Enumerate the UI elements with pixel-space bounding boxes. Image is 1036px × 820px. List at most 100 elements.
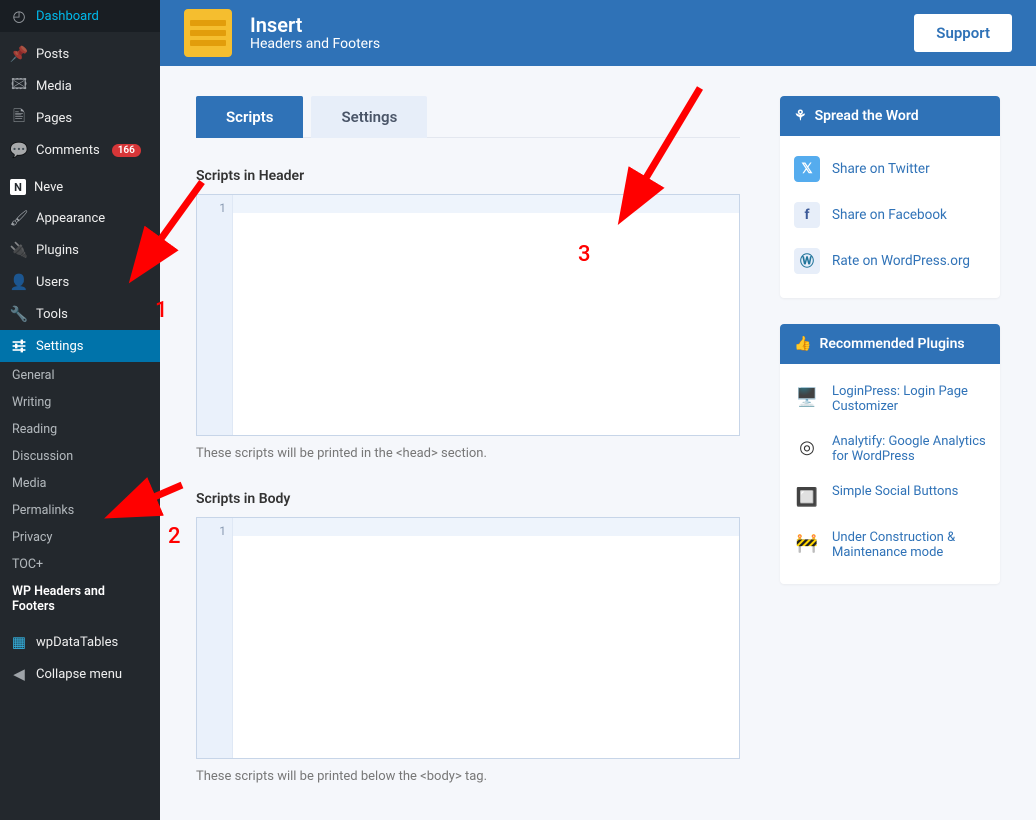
body-scripts-hint: These scripts will be printed below the … [196, 759, 740, 784]
sidebar-item-label: Comments [36, 143, 100, 158]
twitter-icon: 𝕏 [794, 156, 820, 182]
editor-body[interactable] [233, 195, 739, 435]
sidebar-item-label: Neve [34, 180, 63, 195]
plugin-social-buttons[interactable]: 🔲 Simple Social Buttons [794, 474, 986, 520]
submenu-discussion[interactable]: Discussion [0, 443, 160, 470]
sidebar-item-label: Pages [36, 111, 72, 126]
submenu-privacy[interactable]: Privacy [0, 524, 160, 551]
submenu-reading[interactable]: Reading [0, 416, 160, 443]
sidebar-item-label: Posts [36, 47, 69, 62]
user-icon: 👤 [10, 273, 28, 291]
under-construction-icon: 🚧 [794, 530, 820, 556]
recommended-plugins-card: 👍 Recommended Plugins 🖥️ LoginPress: Login… [780, 324, 1000, 584]
brush-icon: 🖌 [10, 209, 28, 227]
plugin-label: Analytify: Google Analytics for WordPres… [832, 434, 986, 464]
plugin-subtitle: Headers and Footers [250, 36, 380, 52]
annotation-1: 1 [155, 298, 168, 323]
annotation-2: 2 [168, 524, 181, 549]
submenu-general[interactable]: General [0, 362, 160, 389]
plugin-under-construction[interactable]: 🚧 Under Construction & Maintenance mode [794, 520, 986, 570]
annotation-3: 3 [578, 242, 591, 267]
support-button[interactable]: Support [914, 14, 1012, 52]
page-icon: 🖹 [10, 109, 28, 127]
sidebar-item-label: Dashboard [36, 9, 99, 24]
plugin-title: Insert [250, 14, 380, 36]
plugin-label: Simple Social Buttons [832, 484, 958, 510]
plugin-analytify[interactable]: ◎ Analytify: Google Analytics for WordPre… [794, 424, 986, 474]
table-icon: ▦ [10, 633, 28, 651]
speedometer-icon: ◴ [10, 7, 28, 25]
plugin-label: LoginPress: Login Page Customizer [832, 384, 986, 414]
sidebar-item-label: Collapse menu [36, 667, 122, 682]
media-icon: 🖾 [10, 77, 28, 95]
sidebar-item-settings[interactable]: Settings [0, 330, 160, 362]
share-icon: ⚘ [794, 108, 807, 124]
submenu-permalinks[interactable]: Permalinks [0, 497, 160, 524]
sidebar-item-neve[interactable]: N Neve [0, 172, 160, 202]
comment-icon: 💬 [10, 141, 28, 159]
neve-icon: N [10, 179, 26, 195]
loginpress-icon: 🖥️ [794, 384, 820, 410]
analytify-icon: ◎ [794, 434, 820, 460]
body-scripts-label: Scripts in Body [196, 491, 740, 507]
rate-wordpress[interactable]: Ⓦ Rate on WordPress.org [794, 238, 986, 284]
wordpress-icon: Ⓦ [794, 248, 820, 274]
editor-gutter: 1 [197, 518, 233, 758]
header-scripts-label: Scripts in Header [196, 168, 740, 184]
submenu-toc[interactable]: TOC+ [0, 551, 160, 578]
spread-word-header: ⚘ Spread the Word [780, 96, 1000, 136]
sidebar-item-wpdatatables[interactable]: ▦ wpDataTables [0, 626, 160, 658]
sidebar-item-media[interactable]: 🖾 Media [0, 70, 160, 102]
sidebar-item-users[interactable]: 👤 Users [0, 266, 160, 298]
tab-settings[interactable]: Settings [311, 96, 427, 138]
main-content: Insert Headers and Footers Support Scrip… [160, 0, 1036, 820]
tab-scripts[interactable]: Scripts [196, 96, 303, 138]
sidebar-item-label: Media [36, 79, 72, 94]
pin-icon: 📌 [10, 45, 28, 63]
sidebar-item-posts[interactable]: 📌 Posts [0, 38, 160, 70]
editor-body[interactable] [233, 518, 739, 758]
plug-icon: 🔌 [10, 241, 28, 259]
editor-gutter: 1 [197, 195, 233, 435]
sidebar-item-appearance[interactable]: 🖌 Appearance [0, 202, 160, 234]
social-buttons-icon: 🔲 [794, 484, 820, 510]
card-title: Spread the Word [815, 108, 919, 124]
share-label: Share on Twitter [832, 161, 930, 177]
facebook-icon: f [794, 202, 820, 228]
sidebar-item-collapse[interactable]: ◀ Collapse menu [0, 658, 160, 690]
plugin-label: Under Construction & Maintenance mode [832, 530, 986, 560]
tabs: Scripts Settings [196, 96, 740, 138]
plugin-loginpress[interactable]: 🖥️ LoginPress: Login Page Customizer [794, 374, 986, 424]
sidebar-item-pages[interactable]: 🖹 Pages [0, 102, 160, 134]
collapse-icon: ◀ [10, 665, 28, 683]
body-scripts-editor[interactable]: 1 [196, 517, 740, 759]
sliders-icon [10, 337, 28, 355]
plugin-topbar: Insert Headers and Footers Support [160, 0, 1036, 66]
plugin-logo-icon [184, 9, 232, 57]
share-label: Rate on WordPress.org [832, 253, 970, 269]
recommended-plugins-header: 👍 Recommended Plugins [780, 324, 1000, 364]
spread-word-card: ⚘ Spread the Word 𝕏 Share on Twitter f Shar… [780, 96, 1000, 298]
card-title: Recommended Plugins [819, 336, 964, 352]
sidebar-item-label: Plugins [36, 243, 79, 258]
sidebar-item-tools[interactable]: 🔧 Tools [0, 298, 160, 330]
sidebar-item-comments[interactable]: 💬 Comments 166 [0, 134, 160, 166]
sidebar-item-dashboard[interactable]: ◴ Dashboard [0, 0, 160, 32]
sidebar-item-label: Users [36, 275, 69, 290]
header-scripts-editor[interactable]: 1 [196, 194, 740, 436]
submenu-media[interactable]: Media [0, 470, 160, 497]
sidebar-item-label: Appearance [36, 211, 105, 226]
share-label: Share on Facebook [832, 207, 947, 223]
header-scripts-hint: These scripts will be printed in the <he… [196, 436, 740, 461]
sidebar-item-label: Settings [36, 339, 83, 354]
share-twitter[interactable]: 𝕏 Share on Twitter [794, 146, 986, 192]
sidebar-item-label: wpDataTables [36, 635, 118, 650]
sidebar-item-plugins[interactable]: 🔌 Plugins [0, 234, 160, 266]
sidebar-item-label: Tools [36, 307, 68, 322]
wrench-icon: 🔧 [10, 305, 28, 323]
share-facebook[interactable]: f Share on Facebook [794, 192, 986, 238]
submenu-writing[interactable]: Writing [0, 389, 160, 416]
submenu-wp-headers-footers[interactable]: WP Headers and Footers [0, 578, 160, 620]
thumbs-up-icon: 👍 [794, 336, 811, 352]
comments-badge: 166 [112, 144, 141, 157]
